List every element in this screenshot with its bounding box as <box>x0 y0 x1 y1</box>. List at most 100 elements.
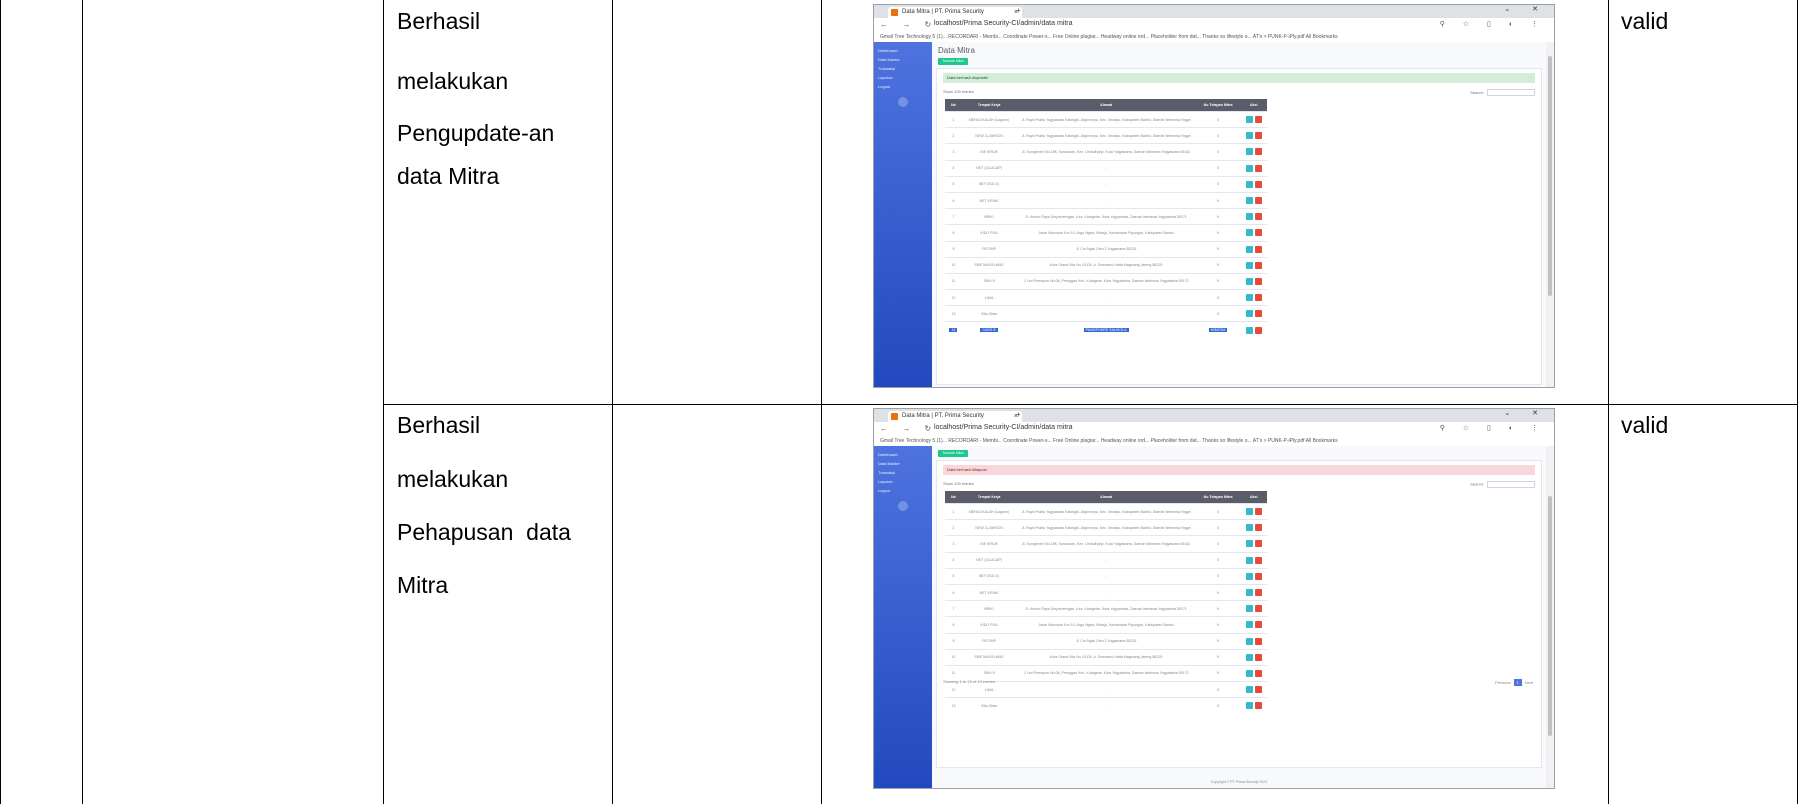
column-header[interactable]: No <box>945 99 962 112</box>
browser-toolbar-icons[interactable]: ⚲ ☆ ▯ ◐ ⋮ <box>1440 424 1546 432</box>
delete-icon[interactable] <box>1254 261 1262 269</box>
column-header[interactable]: No <box>945 491 962 504</box>
edit-icon[interactable] <box>1245 180 1253 188</box>
nav-buttons[interactable]: ← → ↻ <box>880 20 937 29</box>
delete-icon[interactable] <box>1254 277 1262 285</box>
column-header[interactable]: Aksi <box>1240 99 1268 112</box>
edit-icon[interactable] <box>1245 653 1253 661</box>
delete-icon[interactable] <box>1254 702 1262 710</box>
search-field[interactable]: Search: <box>1470 89 1535 96</box>
edit-icon[interactable] <box>1245 294 1253 302</box>
page-scrollbar[interactable] <box>1546 446 1554 788</box>
delete-icon[interactable] <box>1254 180 1262 188</box>
sidebar-item[interactable]: Logout <box>878 84 890 89</box>
edit-icon[interactable] <box>1245 556 1253 564</box>
delete-icon[interactable] <box>1254 326 1262 334</box>
delete-icon[interactable] <box>1254 653 1262 661</box>
edit-icon[interactable] <box>1245 669 1253 677</box>
column-header[interactable]: Tempat Kerja <box>961 491 1017 504</box>
delete-icon[interactable] <box>1254 524 1262 532</box>
delete-icon[interactable] <box>1254 148 1262 156</box>
sidebar-item[interactable]: Transaksi <box>878 66 895 71</box>
sidebar-item[interactable]: Laporan <box>878 479 893 484</box>
sidebar-item[interactable]: Laporan <box>878 75 893 80</box>
edit-icon[interactable] <box>1245 508 1253 516</box>
column-header[interactable]: No Tetapan Mitra <box>1196 491 1241 504</box>
window-controls[interactable]: ⌄ ✕ <box>1504 409 1548 417</box>
edit-icon[interactable] <box>1245 229 1253 237</box>
edit-icon[interactable] <box>1245 589 1253 597</box>
column-header[interactable]: No Tetapan Mitra <box>1196 99 1241 112</box>
delete-icon[interactable] <box>1254 310 1262 318</box>
sidebar-item[interactable]: Logout <box>878 488 890 493</box>
delete-icon[interactable] <box>1254 213 1262 221</box>
edit-icon[interactable] <box>1245 116 1253 124</box>
scrollbar-thumb[interactable] <box>1548 496 1552 736</box>
delete-icon[interactable] <box>1254 294 1262 302</box>
delete-icon[interactable] <box>1254 637 1262 645</box>
sidebar-item[interactable]: Dashboard <box>878 48 898 53</box>
delete-icon[interactable] <box>1254 164 1262 172</box>
show-entries-select[interactable]: Show 100 entries <box>943 89 974 94</box>
sidebar-item[interactable]: Data Master <box>878 57 900 62</box>
delete-icon[interactable] <box>1254 605 1262 613</box>
delete-icon[interactable] <box>1254 245 1262 253</box>
edit-icon[interactable] <box>1245 197 1253 205</box>
edit-icon[interactable] <box>1245 572 1253 580</box>
edit-icon[interactable] <box>1245 132 1253 140</box>
browser-toolbar-icons[interactable]: ⚲ ☆ ▯ ◐ ⋮ <box>1440 20 1546 28</box>
pagination-page[interactable]: 1 <box>1513 678 1522 686</box>
sidebar-item[interactable]: Dashboard <box>878 452 898 457</box>
search-field[interactable]: Search: <box>1470 481 1535 488</box>
delete-icon[interactable] <box>1254 572 1262 580</box>
delete-icon[interactable] <box>1254 229 1262 237</box>
delete-icon[interactable] <box>1254 621 1262 629</box>
scrollbar-thumb[interactable] <box>1548 56 1552 296</box>
page-scrollbar[interactable] <box>1546 42 1554 387</box>
edit-icon[interactable] <box>1245 148 1253 156</box>
edit-icon[interactable] <box>1245 621 1253 629</box>
delete-icon[interactable] <box>1254 508 1262 516</box>
edit-icon[interactable] <box>1245 261 1253 269</box>
edit-icon[interactable] <box>1245 245 1253 253</box>
delete-icon[interactable] <box>1254 197 1262 205</box>
browser-tab[interactable]: Data Mitra | PT. Prima Security × <box>888 411 1022 422</box>
sidebar-item[interactable]: Data Master <box>878 461 900 466</box>
search-input[interactable] <box>1487 89 1535 96</box>
column-header[interactable]: Aksi <box>1240 491 1268 504</box>
column-header[interactable]: Alamat <box>1016 491 1197 504</box>
edit-icon[interactable] <box>1245 277 1253 285</box>
delete-icon[interactable] <box>1254 686 1262 694</box>
edit-icon[interactable] <box>1245 213 1253 221</box>
edit-icon[interactable] <box>1245 637 1253 645</box>
window-controls[interactable]: ⌄ ✕ <box>1504 5 1548 13</box>
delete-icon[interactable] <box>1254 132 1262 140</box>
sidebar-toggle-button[interactable] <box>898 97 908 107</box>
edit-icon[interactable] <box>1245 702 1253 710</box>
add-mitra-button[interactable]: Tambah Mitra <box>938 58 968 65</box>
edit-icon[interactable] <box>1245 605 1253 613</box>
delete-icon[interactable] <box>1254 589 1262 597</box>
delete-icon[interactable] <box>1254 669 1262 677</box>
edit-icon[interactable] <box>1245 540 1253 548</box>
nav-buttons[interactable]: ← → ↻ <box>880 424 937 433</box>
edit-icon[interactable] <box>1245 310 1253 318</box>
show-entries-select[interactable]: Show 100 entries <box>943 481 974 486</box>
add-mitra-button[interactable]: Tambah Mitra <box>938 450 968 457</box>
browser-tab[interactable]: Data Mitra | PT. Prima Security × <box>888 7 1022 18</box>
edit-icon[interactable] <box>1245 164 1253 172</box>
search-input[interactable] <box>1487 481 1535 488</box>
delete-icon[interactable] <box>1254 540 1262 548</box>
url-input[interactable]: localhost/Prima Security-CI/admin/data m… <box>934 20 1073 27</box>
new-tab-icon[interactable]: + <box>1016 6 1021 15</box>
edit-icon[interactable] <box>1245 686 1253 694</box>
pagination-next[interactable]: Next <box>1525 680 1533 685</box>
new-tab-icon[interactable]: + <box>1016 410 1021 419</box>
sidebar-toggle-button[interactable] <box>898 501 908 511</box>
column-header[interactable]: Alamat <box>1016 99 1197 112</box>
delete-icon[interactable] <box>1254 116 1262 124</box>
delete-icon[interactable] <box>1254 556 1262 564</box>
pagination-previous[interactable]: Previous <box>1495 680 1511 685</box>
sidebar-item[interactable]: Transaksi <box>878 470 895 475</box>
url-input[interactable]: localhost/Prima Security-CI/admin/data m… <box>934 424 1073 431</box>
